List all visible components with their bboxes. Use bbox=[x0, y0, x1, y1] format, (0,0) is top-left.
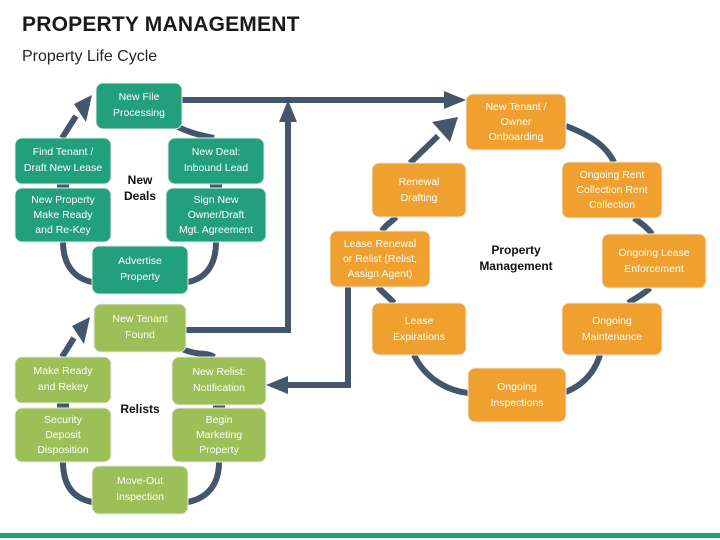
cluster-label-relists: Relists bbox=[120, 402, 160, 416]
node-label: Find Tenant / bbox=[33, 146, 94, 158]
node-label: Assign Agent) bbox=[348, 268, 413, 280]
node-find-tenant-draft-new-lease[interactable]: Find Tenant / Draft New Lease bbox=[14, 137, 112, 185]
line-renewal-drafting-to-onboarding bbox=[407, 133, 441, 166]
node-label: Inspection bbox=[116, 491, 164, 503]
node-advertise-property[interactable]: Advertise Property bbox=[91, 245, 189, 295]
node-label: Advertise bbox=[118, 255, 162, 267]
node-label: Mgt. Agreement bbox=[179, 224, 253, 236]
arc-relists-right-bottom bbox=[187, 461, 222, 505]
node-label: Marketing bbox=[196, 429, 242, 441]
node-label: Lease Renewal bbox=[344, 238, 416, 250]
cluster-new-deals: New File Processing Find Tenant / Draft … bbox=[14, 82, 267, 295]
node-new-tenant-found[interactable]: New Tenant Found bbox=[93, 303, 187, 353]
node-label: Security bbox=[44, 414, 83, 426]
node-label: Ongoing Rent bbox=[580, 169, 645, 181]
node-label: Notification bbox=[193, 382, 245, 394]
node-label: Make Ready bbox=[34, 209, 94, 221]
node-label: Ongoing bbox=[497, 381, 537, 393]
node-label: Sign New bbox=[194, 194, 239, 206]
node-label: Owner bbox=[501, 116, 532, 128]
line-make-ready-to-new-tenant-found bbox=[59, 336, 77, 359]
cluster-relists: New Tenant Found Make Ready and Rekey Ne… bbox=[14, 303, 267, 515]
arc-relists-left-bottom bbox=[60, 461, 93, 505]
node-label: Enforcement bbox=[624, 263, 684, 275]
cluster-property-management: New Tenant / Owner Onboarding Ongoing Re… bbox=[329, 93, 707, 423]
arc-pm-rent-to-enforcement bbox=[632, 215, 655, 236]
node-label: and Re-Key bbox=[35, 224, 91, 236]
arc-pm-expirations-to-leaserenewal bbox=[375, 285, 397, 305]
node-label: Expirations bbox=[393, 331, 445, 343]
node-label: New File bbox=[119, 91, 160, 103]
node-new-relist-notification[interactable]: New Relist: Notification bbox=[171, 356, 267, 406]
line-lease-renewal-to-new-relist bbox=[285, 287, 351, 388]
node-make-ready-and-rekey[interactable]: Make Ready and Rekey bbox=[14, 356, 112, 404]
node-label: Inspections bbox=[490, 397, 543, 409]
node-ongoing-inspections[interactable]: Ongoing Inspections bbox=[467, 367, 567, 423]
node-lease-expirations[interactable]: Lease Expirations bbox=[371, 302, 467, 356]
arrowhead-new-tenant-found-loop bbox=[279, 100, 297, 122]
node-sign-new-owner-draft-mgt-agreement[interactable]: Sign New Owner/Draft Mgt. Agreement bbox=[165, 187, 267, 243]
arc-pm-onboarding-to-rent bbox=[564, 123, 617, 164]
node-label: Drafting bbox=[401, 192, 438, 204]
node-begin-marketing-property[interactable]: Begin Marketing Property bbox=[171, 407, 267, 463]
cluster-label-property-management: Management bbox=[479, 259, 552, 273]
arc-pm-enforcement-to-maintenance bbox=[626, 285, 653, 306]
arc-new-deals-left bbox=[60, 241, 93, 285]
node-label: New Tenant bbox=[112, 313, 167, 325]
cluster-label-new-deals: Deals bbox=[124, 189, 156, 203]
node-label: or Relist (Relist, bbox=[343, 253, 417, 265]
cluster-label-new-deals: New bbox=[128, 173, 153, 187]
node-label: and Rekey bbox=[38, 381, 89, 393]
node-label: New Tenant / bbox=[485, 101, 546, 113]
arrowhead-new-file-to-onboarding bbox=[444, 91, 466, 109]
arc-pm-inspections-to-expirations bbox=[411, 353, 469, 396]
node-label: Make Ready bbox=[34, 365, 94, 377]
property-life-cycle-diagram: New File Processing Find Tenant / Draft … bbox=[14, 82, 707, 515]
arc-newfile-to-newdeal bbox=[174, 123, 215, 141]
node-renewal-drafting[interactable]: Renewal Drafting bbox=[371, 162, 467, 218]
cluster-label-property-management: Property bbox=[491, 243, 541, 257]
node-new-property-make-ready-and-re-key[interactable]: New Property Make Ready and Re-Key bbox=[14, 187, 112, 243]
node-label: Collection Rent bbox=[576, 184, 647, 196]
node-label: Inbound Lead bbox=[184, 162, 248, 174]
node-label: Onboarding bbox=[489, 131, 544, 143]
footer-accent-bar bbox=[0, 533, 720, 538]
arc-new-deals-right bbox=[187, 241, 219, 285]
node-ongoing-maintenance[interactable]: Ongoing Maintenance bbox=[561, 302, 663, 356]
node-ongoing-rent-collection-rent-collection[interactable]: Ongoing Rent Collection Rent Collection bbox=[561, 161, 663, 219]
node-label: Ongoing bbox=[592, 315, 632, 327]
node-label: Renewal bbox=[399, 176, 440, 188]
node-label: New Property bbox=[31, 194, 95, 206]
connector-layer bbox=[57, 91, 655, 505]
node-move-out-inspection[interactable]: Move-Out Inspection bbox=[91, 465, 189, 515]
arrowhead-lease-renewal-to-new-relist bbox=[266, 376, 288, 394]
node-label: Ongoing Lease bbox=[618, 247, 689, 259]
node-label: Found bbox=[125, 329, 155, 341]
node-label: Property bbox=[199, 444, 239, 456]
slide-canvas: PROPERTY MANAGEMENT Property Life Cycle bbox=[0, 0, 720, 540]
node-label: Processing bbox=[113, 107, 165, 119]
line-find-tenant-to-new-file bbox=[59, 114, 79, 140]
node-label: Collection bbox=[589, 199, 635, 211]
node-label: Move-Out bbox=[117, 475, 163, 487]
node-security-deposit-disposition[interactable]: Security Deposit Disposition bbox=[14, 407, 112, 463]
node-ongoing-lease-enforcement[interactable]: Ongoing Lease Enforcement bbox=[601, 233, 707, 289]
node-new-file-processing[interactable]: New File Processing bbox=[95, 82, 183, 130]
node-label: Begin bbox=[206, 414, 233, 426]
node-label: Lease bbox=[405, 315, 434, 327]
node-label: Deposit bbox=[45, 429, 81, 441]
node-label: Draft New Lease bbox=[24, 162, 102, 174]
node-new-tenant-owner-onboarding[interactable]: New Tenant / Owner Onboarding bbox=[465, 93, 567, 151]
node-label: New Relist: bbox=[192, 366, 245, 378]
arc-pm-leaserenewal-to-renewaldrafting bbox=[379, 214, 399, 233]
node-label: New Deal: bbox=[192, 146, 240, 158]
node-label: Property bbox=[120, 271, 160, 283]
node-label: Owner/Draft bbox=[188, 209, 245, 221]
node-label: Maintenance bbox=[582, 331, 642, 343]
node-label: Disposition bbox=[37, 444, 89, 456]
node-lease-renewal-or-relist[interactable]: Lease Renewal or Relist (Relist, Assign … bbox=[329, 230, 431, 288]
node-new-deal-inbound-lead[interactable]: New Deal: Inbound Lead bbox=[167, 137, 265, 185]
